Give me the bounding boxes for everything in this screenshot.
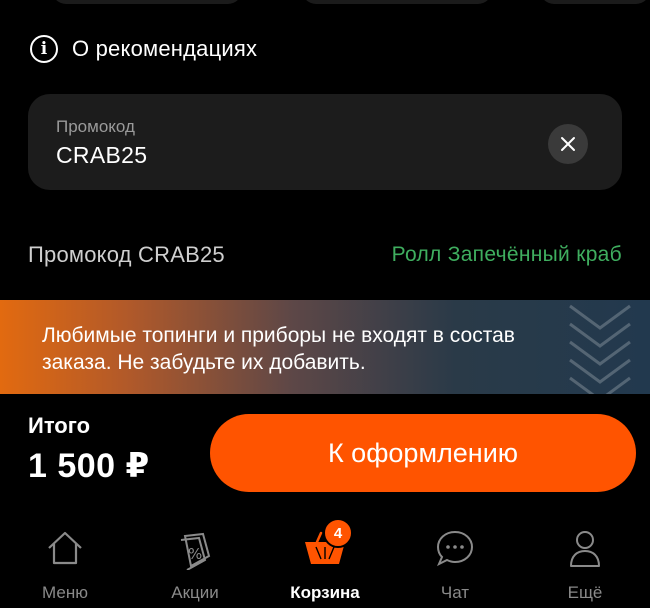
chevron-pattern-icon <box>569 304 631 394</box>
profile-icon <box>561 524 609 572</box>
total-amount: 1 500 ₽ <box>28 447 150 485</box>
tab-promotions-label: Акции <box>171 583 219 602</box>
promo-code-field-label: Промокод <box>56 117 135 136</box>
recommendations-info-label: О рекомендациях <box>72 36 258 61</box>
promo-gift-item: Ролл Запечённый краб <box>391 243 622 266</box>
tab-menu-label: Меню <box>42 583 88 602</box>
promo-code-input[interactable]: CRAB25 <box>56 142 147 169</box>
tab-chat[interactable]: Чат <box>400 516 510 608</box>
close-icon <box>561 137 575 151</box>
tab-more[interactable]: Ещё <box>530 516 640 608</box>
chat-icon <box>431 524 479 572</box>
basket-icon: 4 <box>301 518 353 572</box>
promo-code-field[interactable]: Промокод CRAB25 <box>28 94 622 190</box>
tab-chat-label: Чат <box>440 583 470 602</box>
total-label: Итого <box>28 413 91 438</box>
recommendation-card[interactable] <box>302 0 492 4</box>
clear-promo-button[interactable] <box>548 124 588 164</box>
info-icon: i <box>30 35 58 63</box>
recommendation-card[interactable] <box>52 0 242 4</box>
toppings-reminder-banner[interactable]: Любимые топинги и приборы не входят в со… <box>0 300 650 394</box>
cart-count-badge: 4 <box>323 518 353 548</box>
recommendation-card[interactable] <box>540 0 650 4</box>
home-icon <box>41 524 89 572</box>
checkout-button[interactable]: К оформлению <box>210 414 636 492</box>
promo-applied-row: Промокод CRAB25 Ролл Запечённый краб <box>28 242 622 268</box>
tab-cart[interactable]: 4 Корзина <box>270 516 380 608</box>
tab-cart-label: Корзина <box>290 583 360 602</box>
tab-menu[interactable]: Меню <box>10 516 120 608</box>
tab-promotions[interactable]: % Акции <box>140 516 250 608</box>
recommendations-info-link[interactable]: i О рекомендациях <box>30 32 257 66</box>
banner-text: Любимые топинги и приборы не входят в со… <box>42 324 515 374</box>
tab-more-label: Ещё <box>567 583 603 602</box>
svg-text:%: % <box>188 545 202 563</box>
top-cards-remnant <box>0 0 650 4</box>
discount-tag-icon: % <box>171 524 219 572</box>
applied-promo-name: Промокод CRAB25 <box>28 242 225 267</box>
bottom-tab-bar: Меню % Акции 4 Корзина Чат Ещё <box>0 516 650 608</box>
